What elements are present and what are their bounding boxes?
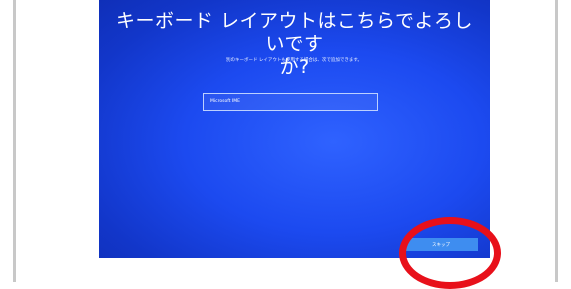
right-frame-divider xyxy=(555,0,558,282)
keyboard-layout-item[interactable]: Microsoft IME xyxy=(210,99,240,105)
page-subtitle: 別のキーボード レイアウトも使用する場合は、次で追加できます。 xyxy=(226,58,362,63)
setup-screen: キーボード レイアウトはこちらでよろしいです か? 別のキーボード レイアウトも… xyxy=(99,0,490,258)
title-line-1: キーボード レイアウトはこちらでよろしいです xyxy=(116,10,473,55)
skip-button[interactable]: スキップ xyxy=(404,238,478,251)
keyboard-layout-list[interactable]: Microsoft IME xyxy=(203,93,378,111)
left-frame-divider xyxy=(13,0,16,282)
page-title: キーボード レイアウトはこちらでよろしいです か? xyxy=(107,10,482,79)
